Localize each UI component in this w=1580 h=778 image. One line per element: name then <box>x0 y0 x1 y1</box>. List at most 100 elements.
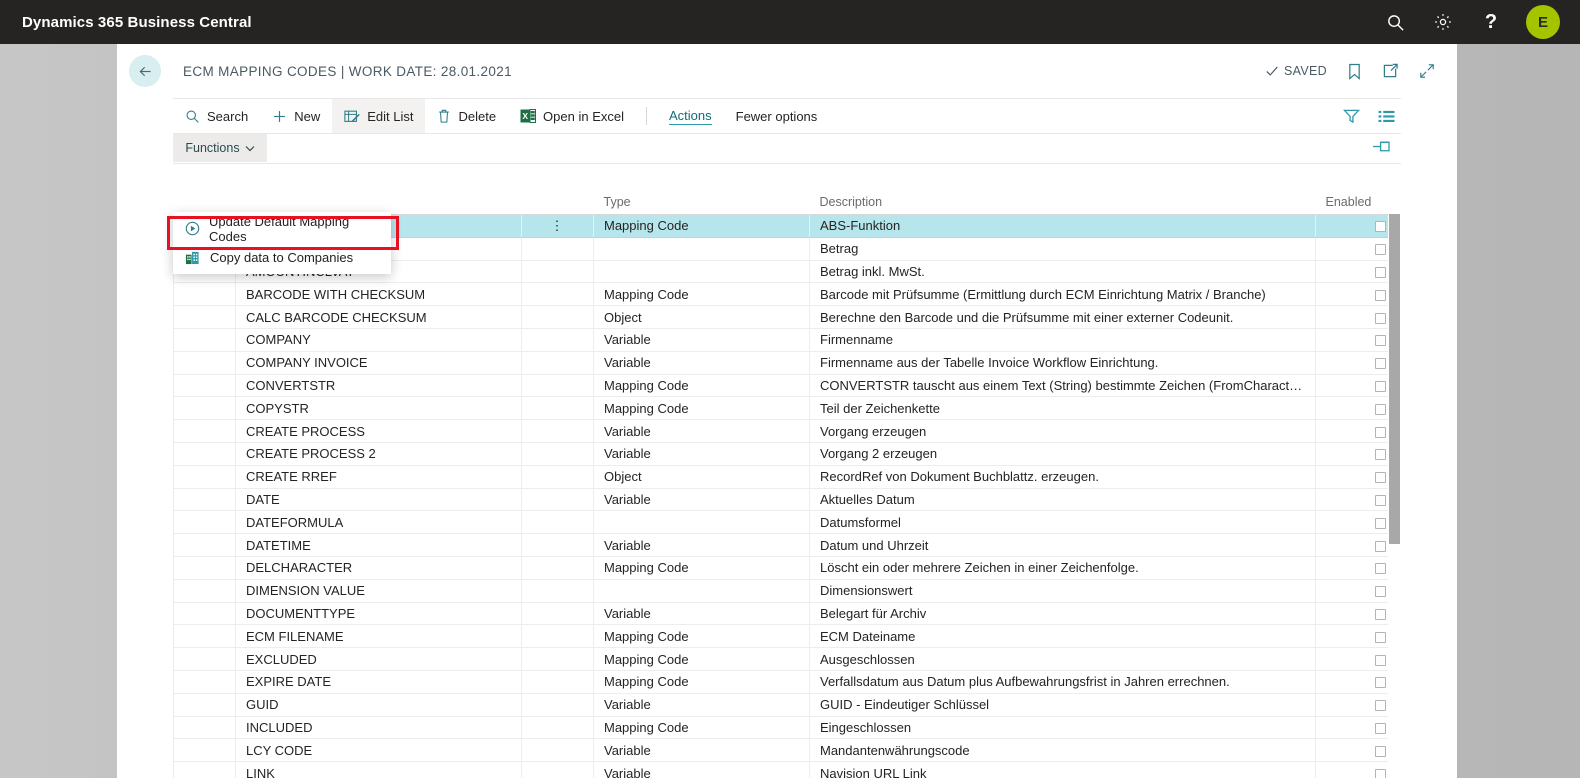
enabled-checkbox[interactable] <box>1375 586 1386 597</box>
menu-item-copy-data-to-companies[interactable]: Copy data to Companies <box>173 243 391 272</box>
enabled-checkbox[interactable] <box>1375 700 1386 711</box>
row-menu-icon[interactable] <box>522 602 594 625</box>
cell-description[interactable]: GUID - Eindeutiger Schlüssel <box>810 693 1316 716</box>
table-row[interactable]: CREATE PROCESSVariableVorgang erzeugen <box>174 420 1402 443</box>
row-menu-icon[interactable] <box>522 693 594 716</box>
edit-list-button[interactable]: Edit List <box>332 99 425 133</box>
cell-description[interactable]: Betrag <box>810 237 1316 260</box>
row-menu-icon[interactable] <box>522 579 594 602</box>
enabled-checkbox[interactable] <box>1375 221 1386 232</box>
cell-type[interactable]: Variable <box>594 534 810 557</box>
cell-description[interactable]: Navision URL Link <box>810 762 1316 778</box>
row-menu-icon[interactable] <box>522 739 594 762</box>
cell-description[interactable]: Firmenname aus der Tabelle Invoice Workf… <box>810 351 1316 374</box>
cell-type[interactable] <box>594 260 810 283</box>
row-menu-icon[interactable] <box>522 648 594 671</box>
cell-code[interactable]: EXPIRE DATE <box>236 670 522 693</box>
cell-code[interactable]: CALC BARCODE CHECKSUM <box>236 306 522 329</box>
row-select-cell[interactable] <box>174 397 236 420</box>
row-menu-icon[interactable] <box>522 420 594 443</box>
cell-description[interactable]: Vorgang 2 erzeugen <box>810 442 1316 465</box>
delete-button[interactable]: Delete <box>425 99 508 133</box>
row-menu-icon[interactable] <box>522 556 594 579</box>
enabled-checkbox[interactable] <box>1375 358 1386 369</box>
cell-code[interactable]: COMPANY <box>236 328 522 351</box>
cell-description[interactable]: Verfallsdatum aus Datum plus Aufbewahrun… <box>810 670 1316 693</box>
row-select-cell[interactable] <box>174 648 236 671</box>
cell-code[interactable]: EXCLUDED <box>236 648 522 671</box>
functions-dropdown-menu[interactable]: Update Default Mapping Codes <box>173 212 391 274</box>
row-menu-icon[interactable] <box>522 488 594 511</box>
row-menu-icon[interactable] <box>522 716 594 739</box>
enabled-checkbox[interactable] <box>1375 541 1386 552</box>
cell-description[interactable]: Ausgeschlossen <box>810 648 1316 671</box>
row-select-cell[interactable] <box>174 374 236 397</box>
table-row[interactable]: LINKVariableNavision URL Link <box>174 762 1402 778</box>
enabled-checkbox[interactable] <box>1375 769 1386 778</box>
row-menu-icon[interactable] <box>522 625 594 648</box>
cell-code[interactable]: COPYSTR <box>236 397 522 420</box>
cell-type[interactable]: Variable <box>594 762 810 778</box>
table-row[interactable]: DELCHARACTERMapping CodeLöscht ein oder … <box>174 556 1402 579</box>
table-row[interactable]: EXPIRE DATEMapping CodeVerfallsdatum aus… <box>174 670 1402 693</box>
row-menu-icon[interactable] <box>522 465 594 488</box>
cell-code[interactable]: GUID <box>236 693 522 716</box>
cell-description[interactable]: Belegart für Archiv <box>810 602 1316 625</box>
cell-type[interactable]: Mapping Code <box>594 625 810 648</box>
cell-description[interactable]: CONVERTSTR tauscht aus einem Text (Strin… <box>810 374 1316 397</box>
list-view-icon[interactable] <box>1378 109 1395 124</box>
cell-code[interactable]: BARCODE WITH CHECKSUM <box>236 283 522 306</box>
enabled-checkbox[interactable] <box>1375 518 1386 529</box>
table-row[interactable]: DIMENSION VALUEDimensionswert <box>174 579 1402 602</box>
mapping-codes-grid[interactable]: Type Description Enabled ABS⋮Mapping Cod… <box>173 192 1401 778</box>
cell-code[interactable]: CREATE RREF <box>236 465 522 488</box>
enabled-checkbox[interactable] <box>1375 677 1386 688</box>
cell-code[interactable]: COMPANY INVOICE <box>236 351 522 374</box>
cell-type[interactable] <box>594 579 810 602</box>
fewer-options-button[interactable]: Fewer options <box>724 99 830 133</box>
row-select-cell[interactable] <box>174 511 236 534</box>
enabled-checkbox[interactable] <box>1375 267 1386 278</box>
enabled-checkbox[interactable] <box>1375 495 1386 506</box>
row-select-cell[interactable] <box>174 739 236 762</box>
cell-description[interactable]: Barcode mit Prüfsumme (Ermittlung durch … <box>810 283 1316 306</box>
enabled-checkbox[interactable] <box>1375 655 1386 666</box>
table-row[interactable]: INCLUDEDMapping CodeEingeschlossen <box>174 716 1402 739</box>
cell-type[interactable]: Variable <box>594 602 810 625</box>
cell-code[interactable]: CONVERTSTR <box>236 374 522 397</box>
cell-code[interactable]: DIMENSION VALUE <box>236 579 522 602</box>
table-row[interactable]: BARCODE WITH CHECKSUMMapping CodeBarcode… <box>174 283 1402 306</box>
cell-type[interactable]: Mapping Code <box>594 716 810 739</box>
cell-description[interactable]: Aktuelles Datum <box>810 488 1316 511</box>
row-menu-icon[interactable] <box>522 442 594 465</box>
cell-description[interactable]: Firmenname <box>810 328 1316 351</box>
cell-code[interactable]: ECM FILENAME <box>236 625 522 648</box>
row-select-cell[interactable] <box>174 602 236 625</box>
cell-type[interactable]: Variable <box>594 488 810 511</box>
cell-type[interactable]: Mapping Code <box>594 648 810 671</box>
row-select-cell[interactable] <box>174 693 236 716</box>
cell-type[interactable]: Variable <box>594 693 810 716</box>
cell-code[interactable]: INCLUDED <box>236 716 522 739</box>
enabled-checkbox[interactable] <box>1375 404 1386 415</box>
table-row[interactable]: DATEFORMULADatumsformel <box>174 511 1402 534</box>
search-icon[interactable] <box>1382 9 1408 35</box>
bookmark-icon[interactable] <box>1347 63 1362 80</box>
back-button[interactable] <box>129 55 161 87</box>
cell-description[interactable]: ECM Dateiname <box>810 625 1316 648</box>
row-menu-icon[interactable] <box>522 374 594 397</box>
cell-type[interactable]: Mapping Code <box>594 397 810 420</box>
row-select-cell[interactable] <box>174 283 236 306</box>
table-row[interactable]: DATETIMEVariableDatum und Uhrzeit <box>174 534 1402 557</box>
row-menu-icon[interactable] <box>522 306 594 329</box>
enabled-checkbox[interactable] <box>1375 244 1386 255</box>
functions-button[interactable]: Functions <box>173 134 267 162</box>
table-row[interactable]: CREATE PROCESS 2VariableVorgang 2 erzeug… <box>174 442 1402 465</box>
search-button[interactable]: Search <box>173 99 260 133</box>
row-menu-icon[interactable] <box>522 328 594 351</box>
cell-description[interactable]: Mandantenwährungscode <box>810 739 1316 762</box>
enabled-checkbox[interactable] <box>1375 290 1386 301</box>
row-select-cell[interactable] <box>174 442 236 465</box>
row-select-cell[interactable] <box>174 420 236 443</box>
cell-type[interactable]: Mapping Code <box>594 215 810 238</box>
